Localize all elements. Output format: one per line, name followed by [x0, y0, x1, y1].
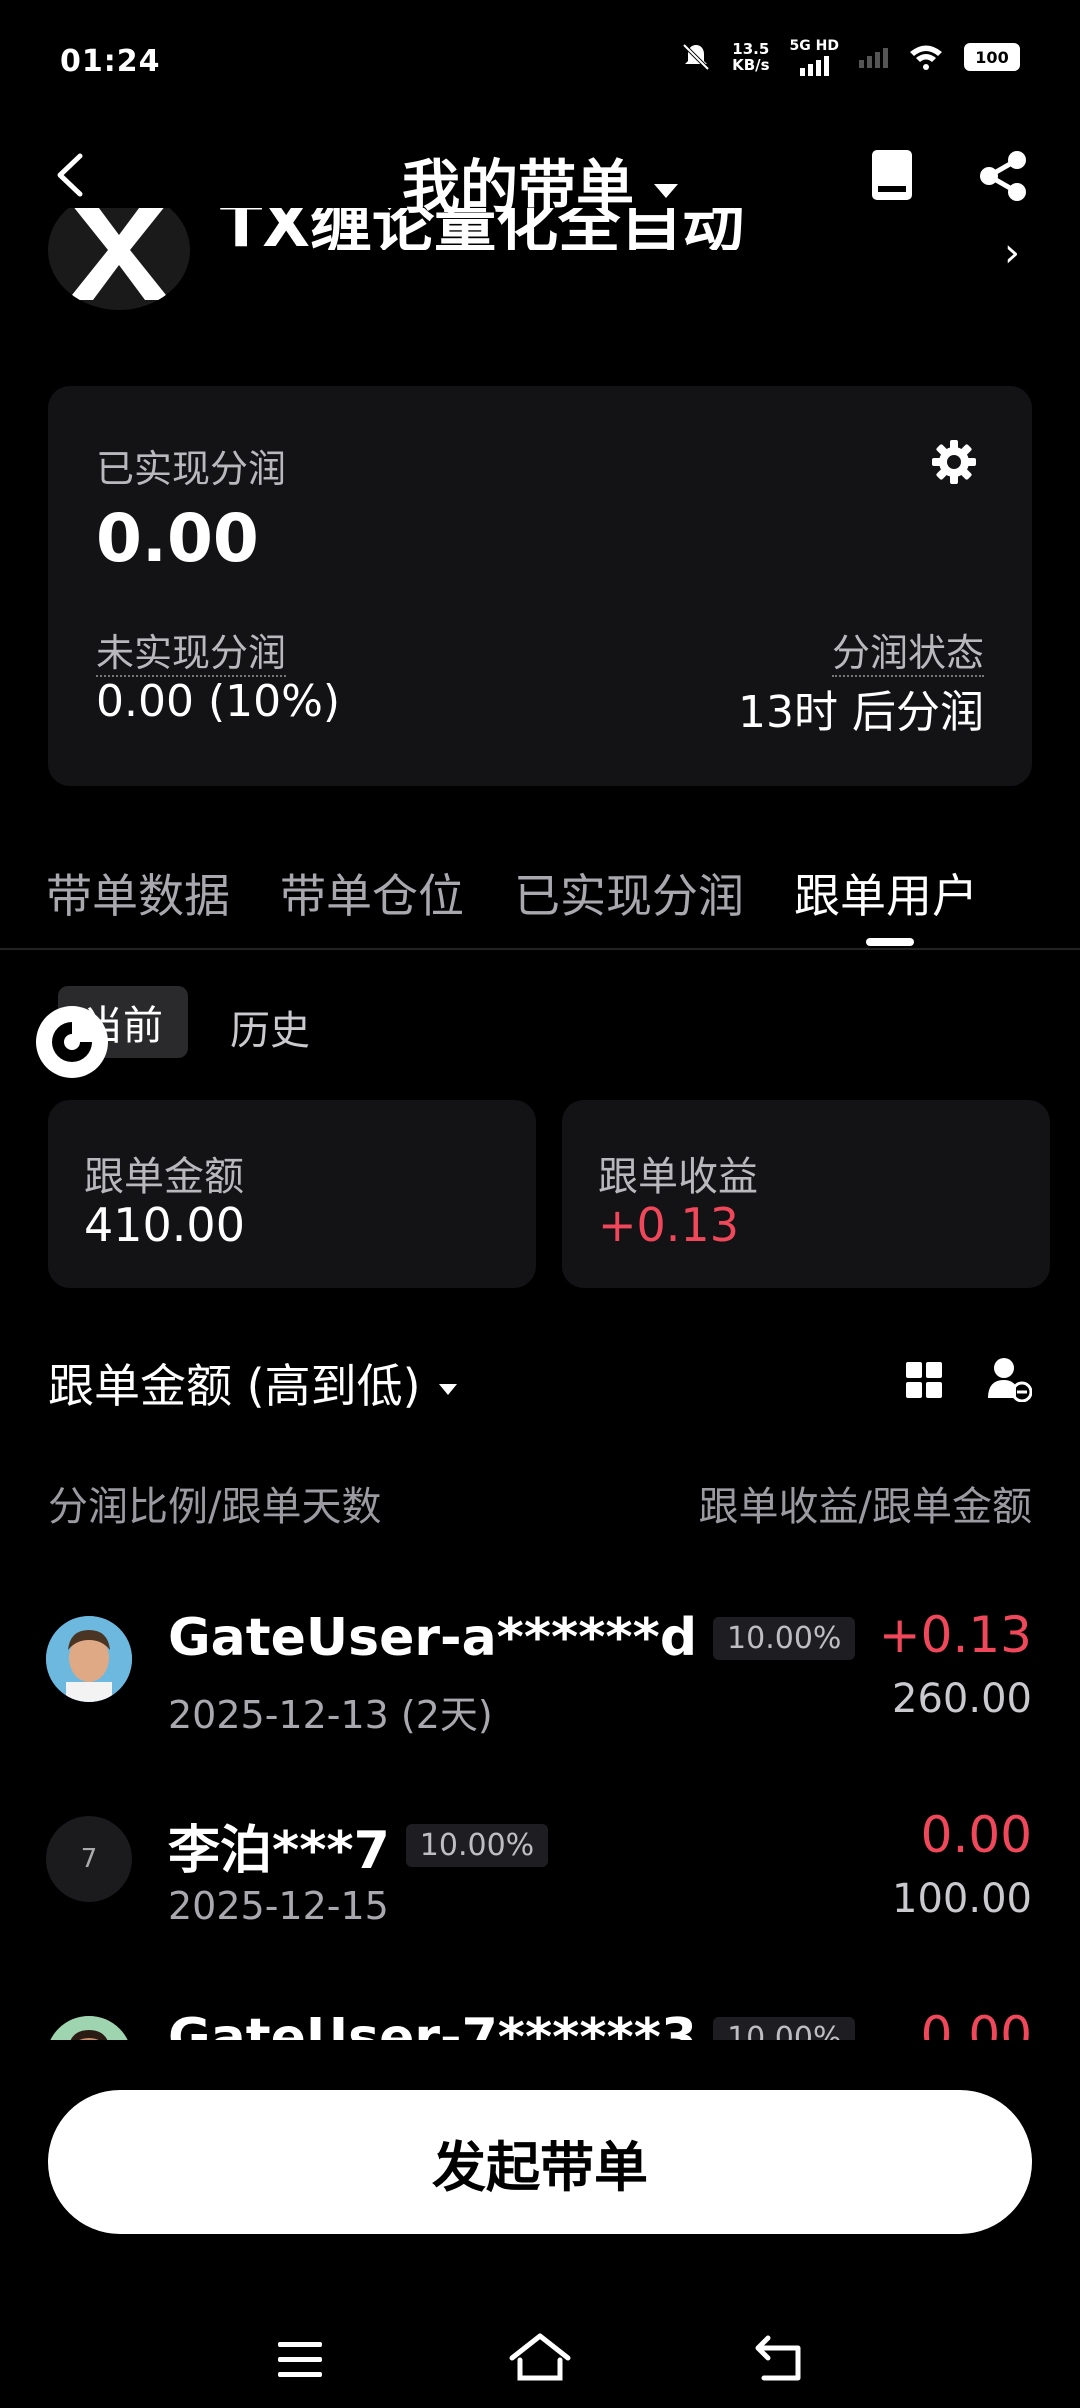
book-icon[interactable] — [870, 148, 914, 202]
follow-amount-value: 410.00 — [84, 1198, 245, 1252]
follow-income-value: +0.13 — [598, 1198, 739, 1252]
bell-muted-icon — [682, 43, 710, 71]
follow-date: 2025-12-13 (2天) — [168, 1693, 493, 1737]
follower-row[interactable]: GateUser-a******d 10.00% 2025-12-13 (2天) … — [0, 1580, 1080, 1780]
status-icons: 13.5 KB/s 5G HD 100 — [680, 38, 1020, 76]
avatar: 7 — [46, 1816, 132, 1902]
grid-icon[interactable] — [904, 1360, 944, 1400]
follow-date: 2025-12-15 — [168, 1884, 389, 1928]
avatar — [46, 1616, 132, 1702]
battery-icon: 100 — [964, 43, 1020, 71]
start-lead-trading-button[interactable]: 发起带单 — [48, 2090, 1032, 2234]
column-header-left: 分润比例/跟单天数 — [48, 1484, 382, 1530]
realized-label: 已实现分润 — [96, 447, 287, 491]
floating-widget-icon[interactable] — [34, 1004, 110, 1080]
tab-data[interactable]: 带单数据 — [46, 860, 230, 926]
follower-pnl: 0.00 — [920, 1806, 1032, 1864]
realized-value: 0.00 — [96, 500, 259, 577]
follower-name: GateUser-a******d — [168, 1608, 698, 1668]
page-title[interactable]: 我的带单 — [0, 140, 1080, 224]
profit-card: 已实现分润 0.00 未实现分润 0.00 (10%) 分润状态 13时 后分润 — [48, 386, 1032, 786]
net-speed: 13.5 KB/s — [732, 40, 770, 74]
home-icon[interactable] — [508, 2330, 572, 2386]
back-nav-icon[interactable] — [754, 2334, 806, 2384]
wifi-icon — [910, 45, 942, 70]
follower-name: 李泊***7 — [168, 1821, 390, 1881]
dropdown-caret-icon — [438, 1384, 457, 1395]
follower-row[interactable]: 7 李泊***7 10.00% 2025-12-15 0.00 100.00 — [0, 1780, 1080, 1980]
tab-realized[interactable]: 已实现分润 — [514, 860, 744, 926]
remove-user-icon[interactable] — [986, 1356, 1032, 1402]
sort-dropdown[interactable]: 跟单金额 (高到低) — [48, 1350, 457, 1416]
signal-icon: 5G HD — [790, 38, 839, 76]
ratio-badge: 10.00% — [713, 1616, 856, 1660]
follow-income-card: 跟单收益 +0.13 — [562, 1100, 1050, 1288]
follower-amount: 260.00 — [892, 1676, 1032, 1722]
system-nav-bar — [0, 2300, 1080, 2408]
tab-followers[interactable]: 跟单用户 — [794, 860, 978, 926]
follow-amount-label: 跟单金额 — [84, 1154, 244, 1200]
status-label[interactable]: 分润状态 — [831, 631, 984, 677]
tab-bar: 带单数据 带单仓位 已实现分润 跟单用户 — [46, 860, 978, 926]
subtab-history[interactable]: 历史 — [230, 998, 310, 1056]
chevron-right-icon[interactable]: › — [1004, 230, 1020, 276]
ratio-badge: 10.00% — [405, 1824, 549, 1867]
signal-2-icon — [859, 46, 888, 68]
follower-amount: 100.00 — [892, 1876, 1032, 1922]
unrealized-value: 0.00 (10%) — [96, 676, 341, 727]
share-icon[interactable] — [975, 148, 1031, 204]
dropdown-caret-icon — [654, 183, 678, 198]
menu-icon[interactable] — [276, 2340, 324, 2380]
follow-amount-card: 跟单金额 410.00 — [48, 1100, 536, 1288]
column-header-right: 跟单收益/跟单金额 — [698, 1484, 1032, 1530]
status-value: 13时 后分润 — [738, 687, 984, 738]
tab-positions[interactable]: 带单仓位 — [280, 860, 464, 926]
gear-icon[interactable] — [930, 438, 978, 486]
divider — [0, 948, 1080, 950]
follow-income-label: 跟单收益 — [598, 1154, 758, 1200]
active-tab-indicator — [866, 938, 914, 946]
follower-pnl: +0.13 — [878, 1606, 1032, 1664]
unrealized-label[interactable]: 未实现分润 — [96, 631, 287, 677]
status-time: 01:24 — [60, 44, 161, 79]
